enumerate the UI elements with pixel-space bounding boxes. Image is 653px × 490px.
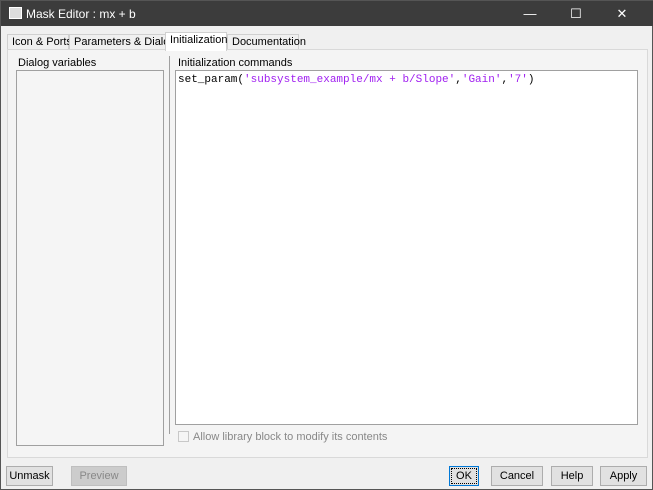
title-bar: Mask Editor : mx + b — ☐ ✕ — [1, 1, 653, 26]
maximize-button[interactable]: ☐ — [553, 1, 599, 26]
tab-initialization[interactable]: Initialization — [165, 32, 227, 51]
tab-parameters-dialog[interactable]: Parameters & Dialog — [69, 34, 176, 50]
app-icon — [9, 7, 22, 19]
cancel-button[interactable]: Cancel — [491, 466, 543, 486]
init-commands-label: Initialization commands — [178, 57, 293, 69]
code-string: '7' — [508, 74, 528, 86]
window-title: Mask Editor : mx + b — [26, 7, 136, 21]
apply-button[interactable]: Apply — [600, 466, 647, 486]
code-string: 'subsystem_example/mx + b/Slope' — [244, 74, 456, 86]
code-text: ) — [527, 74, 535, 86]
divider — [169, 56, 170, 434]
tab-icon-ports[interactable]: Icon & Ports — [7, 34, 72, 50]
code-text: , — [455, 74, 462, 86]
preview-button[interactable]: Preview — [71, 466, 127, 486]
minimize-button[interactable]: — — [507, 1, 553, 26]
allow-library-checkbox[interactable] — [178, 431, 189, 442]
help-button[interactable]: Help — [551, 466, 593, 486]
code-string: 'Gain' — [461, 74, 502, 86]
ok-button[interactable]: OK — [449, 466, 479, 486]
tab-documentation[interactable]: Documentation — [227, 34, 306, 50]
dialog-variables-list[interactable] — [16, 70, 164, 446]
dialog-variables-label: Dialog variables — [18, 57, 97, 69]
code-text: set_param( — [178, 74, 245, 86]
allow-library-label: Allow library block to modify its conten… — [193, 431, 388, 443]
close-button[interactable]: ✕ — [599, 1, 645, 26]
init-commands-editor[interactable]: set_param('subsystem_example/mx + b/Slop… — [175, 70, 638, 425]
unmask-button[interactable]: Unmask — [6, 466, 53, 486]
